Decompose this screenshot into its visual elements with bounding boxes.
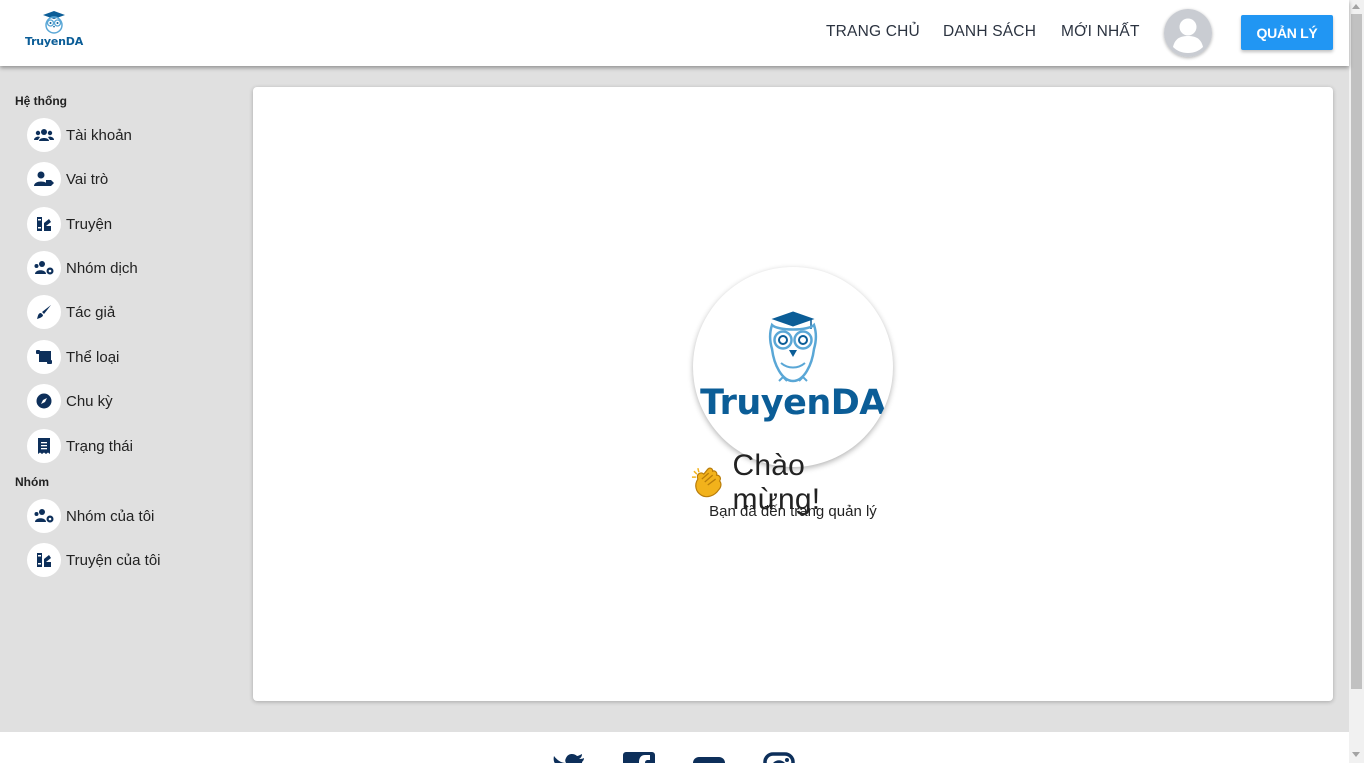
section-title-system: Hệ thống xyxy=(15,94,67,108)
user-tag-icon xyxy=(27,162,61,196)
sidebar-item-label: Tài khoản xyxy=(66,126,132,144)
brand-logo[interactable]: TruyenDA xyxy=(22,10,86,50)
sidebar-item-label: Thể loại xyxy=(66,348,120,366)
clapping-hands-icon xyxy=(691,467,722,498)
scroll-down-arrow[interactable] xyxy=(1352,752,1360,757)
user-avatar-icon xyxy=(1164,9,1212,57)
sidebar-item-my-groups[interactable]: Nhóm của tôi xyxy=(27,498,227,534)
sidebar-item-label: Truyện xyxy=(66,215,113,233)
sidebar-item-accounts[interactable]: Tài khoản xyxy=(27,117,227,153)
users-cog-icon xyxy=(27,499,61,533)
section-title-group: Nhóm xyxy=(15,475,49,489)
brand-name: TruyenDA xyxy=(24,35,84,48)
users-icon xyxy=(27,118,61,152)
compass-icon xyxy=(27,384,61,418)
page-scrollbar[interactable] xyxy=(1349,0,1364,763)
footer xyxy=(0,732,1349,763)
sidebar-item-authors[interactable]: Tác giả xyxy=(27,294,227,330)
scroll-thumb[interactable] xyxy=(1351,14,1362,689)
sidebar-item-cycles[interactable]: Chu kỳ xyxy=(27,383,227,419)
nav-list[interactable]: DANH SÁCH xyxy=(943,23,1036,41)
welcome-subtitle: Bạn đã đến trang quản lý xyxy=(709,503,877,520)
sidebar-item-label: Vai trò xyxy=(66,170,109,188)
book-icon xyxy=(27,207,61,241)
nav-latest[interactable]: MỚI NHẤT xyxy=(1061,23,1140,41)
owl-logo-icon xyxy=(43,11,65,34)
scroll-icon xyxy=(27,340,61,374)
sidebar-item-stories[interactable]: Truyện xyxy=(27,206,227,242)
logo-text: TruyenDA xyxy=(700,383,886,423)
sidebar-item-my-stories[interactable]: Truyện của tôi xyxy=(27,542,227,578)
sidebar-item-label: Nhóm dịch xyxy=(66,259,138,277)
sidebar-item-label: Chu kỳ xyxy=(66,392,113,410)
welcome-heading: Chào mừng! xyxy=(689,449,899,516)
sidebar-item-label: Truyện của tôi xyxy=(66,551,161,569)
sidebar: Hệ thống Tài khoản Vai trò Truyện Nhóm d… xyxy=(0,66,240,732)
sidebar-item-translation-groups[interactable]: Nhóm dịch xyxy=(27,250,227,286)
nav-home[interactable]: TRANG CHỦ xyxy=(826,23,920,41)
sidebar-item-statuses[interactable]: Trạng thái xyxy=(27,428,227,464)
instagram-icon[interactable] xyxy=(763,752,795,763)
main-card: TruyenDA Chào mừng! Bạn đã đến trang quả… xyxy=(253,87,1333,701)
user-avatar[interactable] xyxy=(1164,9,1212,57)
sidebar-item-roles[interactable]: Vai trò xyxy=(27,161,227,197)
users-cog-icon xyxy=(27,251,61,285)
sidebar-item-label: Trạng thái xyxy=(66,437,133,455)
sidebar-item-label: Nhóm của tôi xyxy=(66,507,155,525)
book-icon xyxy=(27,543,61,577)
sidebar-item-label: Tác giả xyxy=(66,303,116,321)
receipt-icon xyxy=(27,429,61,463)
sidebar-item-genres[interactable]: Thể loại xyxy=(27,339,227,375)
top-header: TruyenDA TRANG CHỦ DANH SÁCH MỚI NHẤT QU… xyxy=(0,0,1349,66)
brush-icon xyxy=(27,295,61,329)
manage-button[interactable]: QUẢN LÝ xyxy=(1241,15,1333,50)
scroll-up-arrow[interactable] xyxy=(1352,4,1360,9)
facebook-icon[interactable] xyxy=(623,752,655,763)
logo-badge: TruyenDA xyxy=(693,267,893,467)
youtube-icon[interactable] xyxy=(693,752,725,763)
owl-logo-icon xyxy=(768,311,818,383)
twitter-icon[interactable] xyxy=(553,752,585,763)
